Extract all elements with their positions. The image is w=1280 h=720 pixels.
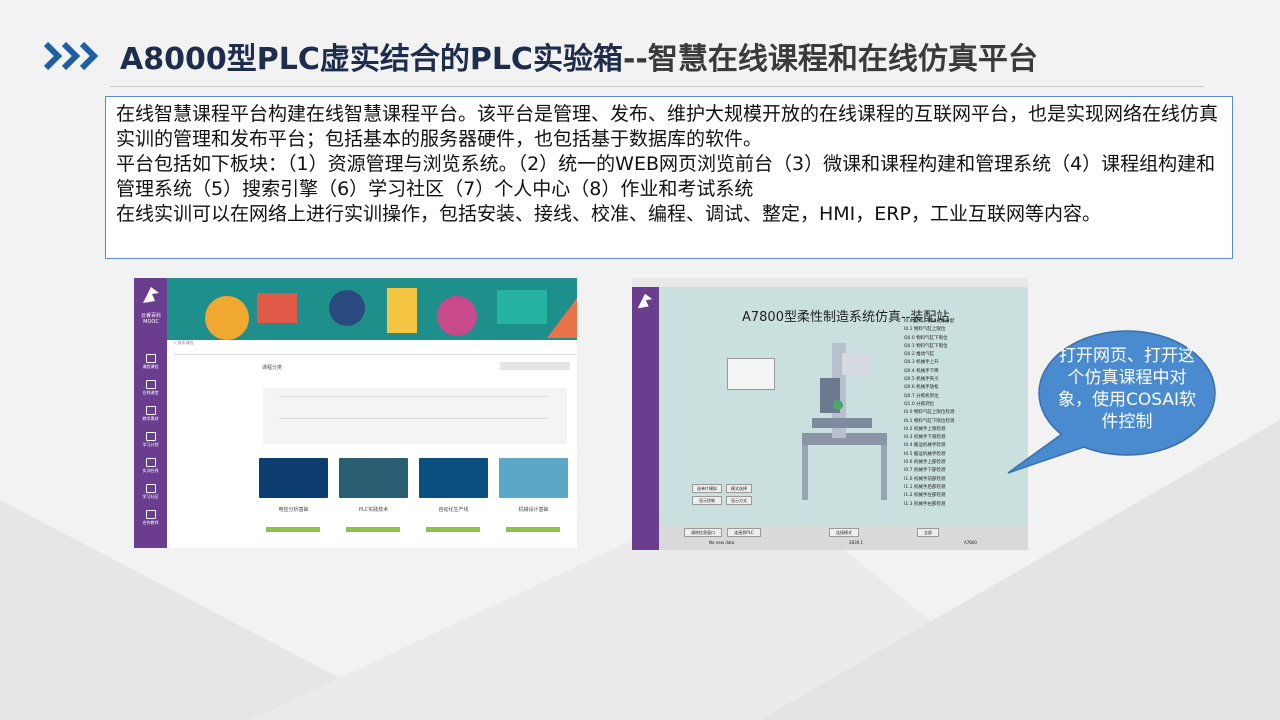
course-tag xyxy=(346,527,400,532)
all-button[interactable]: 全部 xyxy=(917,528,939,537)
sidebar-item[interactable]: 在线课堂 xyxy=(134,380,167,396)
io-line: Q0.1 物料气缸下限位 xyxy=(904,343,948,349)
io-line: I0.5 搬运机械手检测 xyxy=(904,451,946,457)
io-line: I0.2 机械手上限检测 xyxy=(904,426,946,432)
filter-panel xyxy=(263,388,567,444)
io-line: I0.6 机械手上部检测 xyxy=(904,460,946,466)
io-line: I0.0 物料气缸上限位检测 xyxy=(904,410,955,416)
io-line: Q0.4 机械手下降 xyxy=(904,368,939,374)
mooc-logo-text: 云睿百科MOOC xyxy=(140,313,161,325)
browser-toolbar xyxy=(632,278,1028,287)
status-panel: 清除信息窗口 连接到PLC 连接模式 全部 No new data 2830.1… xyxy=(659,526,1028,550)
description-box: 在线智慧课程平台构建在线智慧课程平台。该平台是管理、发布、维护大规模开放的在线课… xyxy=(105,96,1233,259)
io-line: I0.7 机械手下部检测 xyxy=(904,468,946,474)
community-icon xyxy=(145,484,156,493)
io-line: Q0.3 机械手上升 xyxy=(904,360,939,366)
title-sub: --智慧在线课程和在线仿真平台 xyxy=(622,42,1038,77)
sidebar-item[interactable]: 实训在线 xyxy=(134,458,167,474)
course-tag xyxy=(506,527,560,532)
status-text: No new data xyxy=(709,540,735,545)
io-line: I1.3 机械手右部检测 xyxy=(904,501,946,507)
course-tag xyxy=(266,527,320,532)
search-bar[interactable]: ⌕ 搜索课程 xyxy=(174,340,574,354)
monitor-icon xyxy=(145,354,156,363)
io-line: I1.2 机械手左部检测 xyxy=(904,493,946,499)
sidebar-item-label: 实训在线 xyxy=(142,468,159,473)
callout-text: 打开网页、打开这个仿真课程中对象，使用COSAI软件控制 xyxy=(1057,346,1196,432)
device-name: A7800 xyxy=(964,540,977,545)
course-card[interactable] xyxy=(419,458,488,498)
io-line: I1.1 机械手后部检测 xyxy=(904,484,946,490)
page-title: A8000型PLC虚实结合的PLC实验箱--智慧在线课程和在线仿真平台 xyxy=(120,34,1038,78)
io-line: I0.1 物料气缸下限位检测 xyxy=(904,418,955,424)
sim-button[interactable]: 模式选择 xyxy=(726,484,752,493)
sidebar-item-label: 学习计划 xyxy=(142,442,159,447)
course-title: 电控分析基础 xyxy=(278,507,309,513)
sidebar-item[interactable]: 学习社区 xyxy=(134,484,167,500)
course-card[interactable] xyxy=(499,458,568,498)
section-title: 课程分类 xyxy=(262,365,283,371)
search-icon: ⌕ xyxy=(174,340,177,345)
description-paragraph: 平台包括如下板块：（1）资源管理与浏览系统。（2）统一的WEB网页浏览前台（3）… xyxy=(116,153,1216,200)
io-line: Q0.0 物料气缸下限位 xyxy=(904,335,948,341)
mooc-platform-screenshot: 云睿百科MOOC 课程课程 在线课堂 教学素材 学习计划 实训在线 学习社区 合… xyxy=(134,278,577,548)
io-line: I0.3 机械手下限检测 xyxy=(904,435,946,441)
status-value: 2830.1 xyxy=(849,540,863,545)
sim-button[interactable]: 选单片模拟 xyxy=(692,484,722,493)
connect-plc-button[interactable]: 连接到PLC xyxy=(727,528,761,537)
sidebar-item-label: 课程课程 xyxy=(142,364,159,369)
description-paragraph: 在线实训可以在网络上进行实训操作，包括安装、接线、校准、编程、调试、整定，HMI… xyxy=(116,203,1101,225)
sidebar-item[interactable]: 教学素材 xyxy=(134,406,167,422)
bird-logo-icon xyxy=(637,293,653,309)
sidebar-item-label: 教学素材 xyxy=(142,416,159,421)
course-title: PLC实践技术 xyxy=(358,507,389,513)
sidebar-item-label: 合作教师 xyxy=(142,520,159,525)
sidebar-item-label: 在线课堂 xyxy=(142,390,159,395)
io-line: I0.1 物料气缸上限位 xyxy=(904,327,946,333)
connect-mode-button[interactable]: 连接模式 xyxy=(829,528,859,537)
io-line: I0.0 配料、物块选择分配 xyxy=(904,319,955,324)
simulation-sidebar xyxy=(632,287,659,550)
course-card[interactable] xyxy=(259,458,328,498)
io-line: Q0.2 推动气缸 xyxy=(904,352,935,358)
io-line: I0.4 搬运机械手检测 xyxy=(904,443,946,449)
sidebar-item[interactable]: 学习计划 xyxy=(134,432,167,448)
course-tag xyxy=(426,527,480,532)
sidebar-item[interactable]: 课程课程 xyxy=(134,354,167,370)
grid-icon xyxy=(145,406,156,415)
divider xyxy=(174,354,577,355)
search-input[interactable]: 搜索课程 xyxy=(178,340,194,345)
sidebar-item-label: 学习社区 xyxy=(142,494,159,499)
simulation-screenshot: A7800型柔性制造系统仿真--装配站 I0.0 配料、物块选择分配 I0.1 … xyxy=(632,278,1028,550)
course-title: 机械设计基础 xyxy=(518,507,549,513)
machine-illustration xyxy=(802,343,887,500)
io-line: Q0.5 机械手夹爪 xyxy=(904,377,939,383)
mooc-sidebar: 云睿百科MOOC 课程课程 在线课堂 教学素材 学习计划 实训在线 学习社区 合… xyxy=(134,278,167,548)
title-main: A8000型PLC虚实结合的PLC实验箱 xyxy=(120,42,623,77)
title-divider xyxy=(110,86,1204,87)
clear-info-button[interactable]: 清除信息窗口 xyxy=(684,528,722,537)
filter-buttons[interactable] xyxy=(500,362,570,370)
mooc-banner xyxy=(167,278,577,340)
course-title: 自动化生产线 xyxy=(438,507,469,513)
banner-illustration xyxy=(167,278,577,340)
io-line: Q0.7 分拣机到位 xyxy=(904,393,939,399)
chevron-arrows-icon xyxy=(44,41,99,71)
calendar-icon xyxy=(145,432,156,441)
flask-icon xyxy=(145,458,156,467)
description-paragraph: 在线智慧课程平台构建在线智慧课程平台。该平台是管理、发布、维护大规模开放的在线课… xyxy=(116,103,1219,150)
sim-button[interactable]: 显示控制 xyxy=(692,496,722,505)
io-line: I1.0 机械手前部检测 xyxy=(904,476,946,482)
teacher-icon xyxy=(145,510,156,519)
sidebar-item[interactable]: 合作教师 xyxy=(134,510,167,526)
classroom-icon xyxy=(145,380,156,389)
io-list: I0.0 配料、物块选择分配 I0.1 物料气缸上限位 Q0.0 物料气缸下限位… xyxy=(904,318,994,509)
sim-button[interactable]: 显示方式 xyxy=(726,496,752,505)
bird-logo-icon xyxy=(143,287,159,303)
mode-panel xyxy=(727,358,775,390)
course-card[interactable] xyxy=(339,458,408,498)
io-line: Q0.6 机械手放松 xyxy=(904,385,939,391)
io-line: Q1.0 分拣到位 xyxy=(904,401,935,407)
